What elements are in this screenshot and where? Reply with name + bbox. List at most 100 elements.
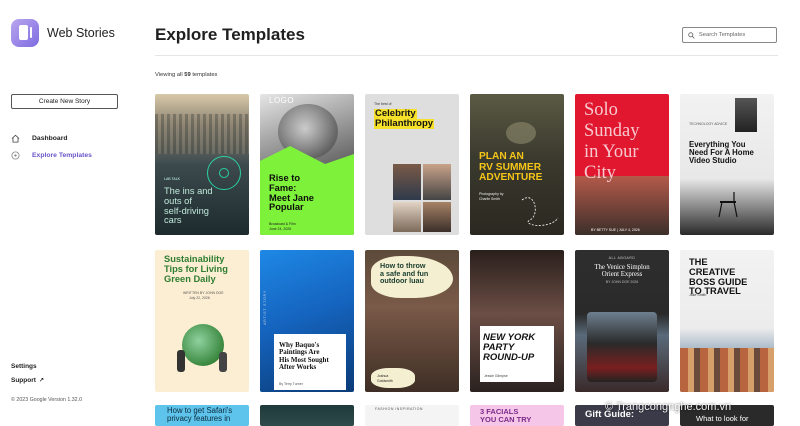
headline-line: After Works [279, 363, 317, 372]
chair-graphic [718, 192, 738, 218]
headline-line: Philanthropy [374, 117, 435, 129]
sidebar-item-label: Explore Templates [32, 152, 92, 159]
city-buildings-photo [680, 348, 774, 392]
support-link[interactable]: Support ↗ [11, 373, 44, 387]
template-card-home-video-studio[interactable]: TECHNOLOGY ADVICE Everything You Need Fo… [680, 94, 774, 235]
card-date: June 24, 2026 [269, 227, 292, 231]
card-kicker: The best of [374, 102, 392, 106]
card-byline: BY BETTY SUE | JULY 4, 2026 [591, 228, 640, 232]
count-prefix: Viewing all [155, 72, 183, 78]
studio-photo [735, 98, 757, 132]
card-headline: THE CREATIVE BOSS GUIDE TO TRAVEL [689, 257, 747, 297]
template-card-safari-privacy[interactable]: How to get Safari's privacy features in [155, 405, 249, 426]
card-byline: Jessie Glimpse [484, 374, 508, 378]
template-card-creative-boss-guide[interactable]: THE CREATIVE BOSS GUIDE TO TRAVEL Jake S… [680, 250, 774, 392]
card-byline: WRITTEN BY JOHN DOE [183, 291, 224, 295]
card-headline: NEW YORK PARTY ROUND-UP [483, 333, 535, 363]
headline-line: Orient Express [601, 271, 643, 279]
template-card-baquos-paintings[interactable]: ARTIST STORY Why Baquo's Paintings Are H… [260, 250, 354, 392]
headline-line: cars [164, 215, 182, 226]
header-divider [155, 55, 778, 56]
watermark: © Trangcongnghe.com.vn [605, 401, 732, 413]
create-new-story-button[interactable]: Create New Story [11, 94, 118, 109]
sidebar-item-explore-templates[interactable]: Explore Templates [11, 147, 92, 164]
route-line-graphic [521, 197, 559, 226]
card-headline: Celebrity Philanthropy [374, 109, 435, 129]
card-headline: Why Baquo's Paintings Are His Most Sough… [279, 341, 329, 372]
sidebar: Web Stories Create New Story Dashboard E… [0, 0, 130, 426]
card-headline: The Venice Simplon Orient Express [575, 264, 669, 278]
headline-line: Solo [584, 100, 618, 120]
card-headline: 3 FACIALS YOU CAN TRY [480, 408, 531, 424]
card-headline: Everything You Need For A Home Video Stu… [689, 140, 754, 166]
card-kicker: ARTIST STORY [263, 290, 267, 325]
card-logo: LOGO [269, 96, 295, 105]
external-link-icon: ↗ [38, 377, 44, 384]
headline-line: Popular [269, 202, 304, 213]
card-byline: Photography by [479, 192, 504, 196]
brand[interactable]: Web Stories [11, 19, 115, 47]
headline-line: ADVENTURE [479, 172, 543, 184]
template-card-outdoor-luau[interactable]: How to throw a safe and fun outdoor luau… [365, 250, 459, 392]
card-headline: How to throw a safe and fun outdoor luau [380, 262, 428, 285]
globe-illustration [182, 324, 224, 366]
main-content: Explore Templates Viewing all 59 templat… [155, 0, 800, 426]
city-skyline-image [155, 114, 249, 154]
headline-line: City [584, 162, 616, 183]
count-value: 59 [184, 72, 191, 78]
card-headline: What to look for [696, 415, 749, 423]
sidebar-item-dashboard[interactable]: Dashboard [11, 130, 92, 147]
template-card-solo-sunday[interactable]: Solo Sunday in Your City BY BETTY SUE | … [575, 94, 669, 235]
person-illustration [219, 352, 227, 372]
template-card-celebrity-philanthropy[interactable]: The best of Celebrity Philanthropy [365, 94, 459, 235]
web-stories-logo-icon [11, 19, 39, 47]
search-input[interactable] [698, 32, 776, 38]
train-photo [587, 312, 657, 382]
brand-name: Web Stories [47, 26, 115, 40]
headline-line: Video Studio [689, 156, 737, 166]
card-headline: Sustainability Tips for Living Green Dai… [164, 254, 228, 284]
headline-line: Green Daily [164, 273, 216, 284]
template-card-3-facials[interactable]: 3 FACIALS YOU CAN TRY [470, 405, 564, 426]
card-date: July 22, 2026 [189, 296, 210, 300]
celebrity-photo [393, 202, 421, 232]
template-card-row3-2[interactable] [260, 405, 354, 426]
search-box[interactable] [682, 27, 777, 43]
card-headline: How to get Safari's privacy features in [167, 406, 232, 423]
card-byline: Jake Smith [689, 293, 707, 297]
card-byline: BY JOHN DOE 2026 [605, 280, 639, 284]
card-headline: The ins and outs of self-driving cars [164, 186, 213, 226]
template-card-new-york-party[interactable]: NEW YORK PARTY ROUND-UP Jessie Glimpse [470, 250, 564, 392]
support-label: Support [11, 376, 36, 384]
celebrity-photo [393, 164, 421, 200]
celebrity-photo [423, 164, 451, 200]
template-card-self-driving-cars[interactable]: LAB TALK The ins and outs of self-drivin… [155, 94, 249, 235]
person-illustration [177, 350, 185, 372]
card-byline: By Terry Turner [279, 382, 303, 386]
compass-icon [11, 151, 20, 160]
card-headline: PLAN AN RV SUMMER ADVENTURE [479, 151, 543, 184]
home-icon [11, 134, 20, 143]
card-kicker: TECHNOLOGY ADVICE [689, 122, 728, 126]
template-card-sustainability-tips[interactable]: Sustainability Tips for Living Green Dai… [155, 250, 249, 392]
settings-link[interactable]: Settings [11, 359, 44, 373]
page-title: Explore Templates [155, 25, 305, 44]
card-byline: Broadcast & Film [269, 222, 296, 226]
card-author: Charlie Smith [479, 197, 501, 201]
template-card-rise-to-fame[interactable]: LOGO Rise to Fame: Meet Jane Popular Bro… [260, 94, 354, 235]
sidebar-footer-links: Settings Support ↗ [11, 359, 44, 387]
card-tag: LAB TALK [164, 177, 181, 181]
template-count: Viewing all 59 templates [155, 72, 217, 78]
template-card-venice-simplon[interactable]: ALL ABOARD The Venice Simplon Orient Exp… [575, 250, 669, 392]
target-center-graphic [219, 168, 229, 178]
version-info: © 2023 Google Version 1.32.0 [11, 397, 83, 403]
template-card-rv-summer-adventure[interactable]: PLAN AN RV SUMMER ADVENTURE Photography … [470, 94, 564, 235]
card-byline: Joshua [377, 374, 389, 378]
headline-line: in Your [584, 141, 639, 162]
card-author: Goldsmith [377, 379, 393, 383]
headline-line: YOU CAN TRY [480, 414, 532, 424]
headline-line: The Venice Simplon [594, 264, 650, 271]
headline-line: outdoor luau [380, 276, 424, 286]
headline-line: Sunday [584, 120, 640, 141]
template-card-fashion-inspiration[interactable]: FASHION INSPIRATION [365, 405, 459, 426]
